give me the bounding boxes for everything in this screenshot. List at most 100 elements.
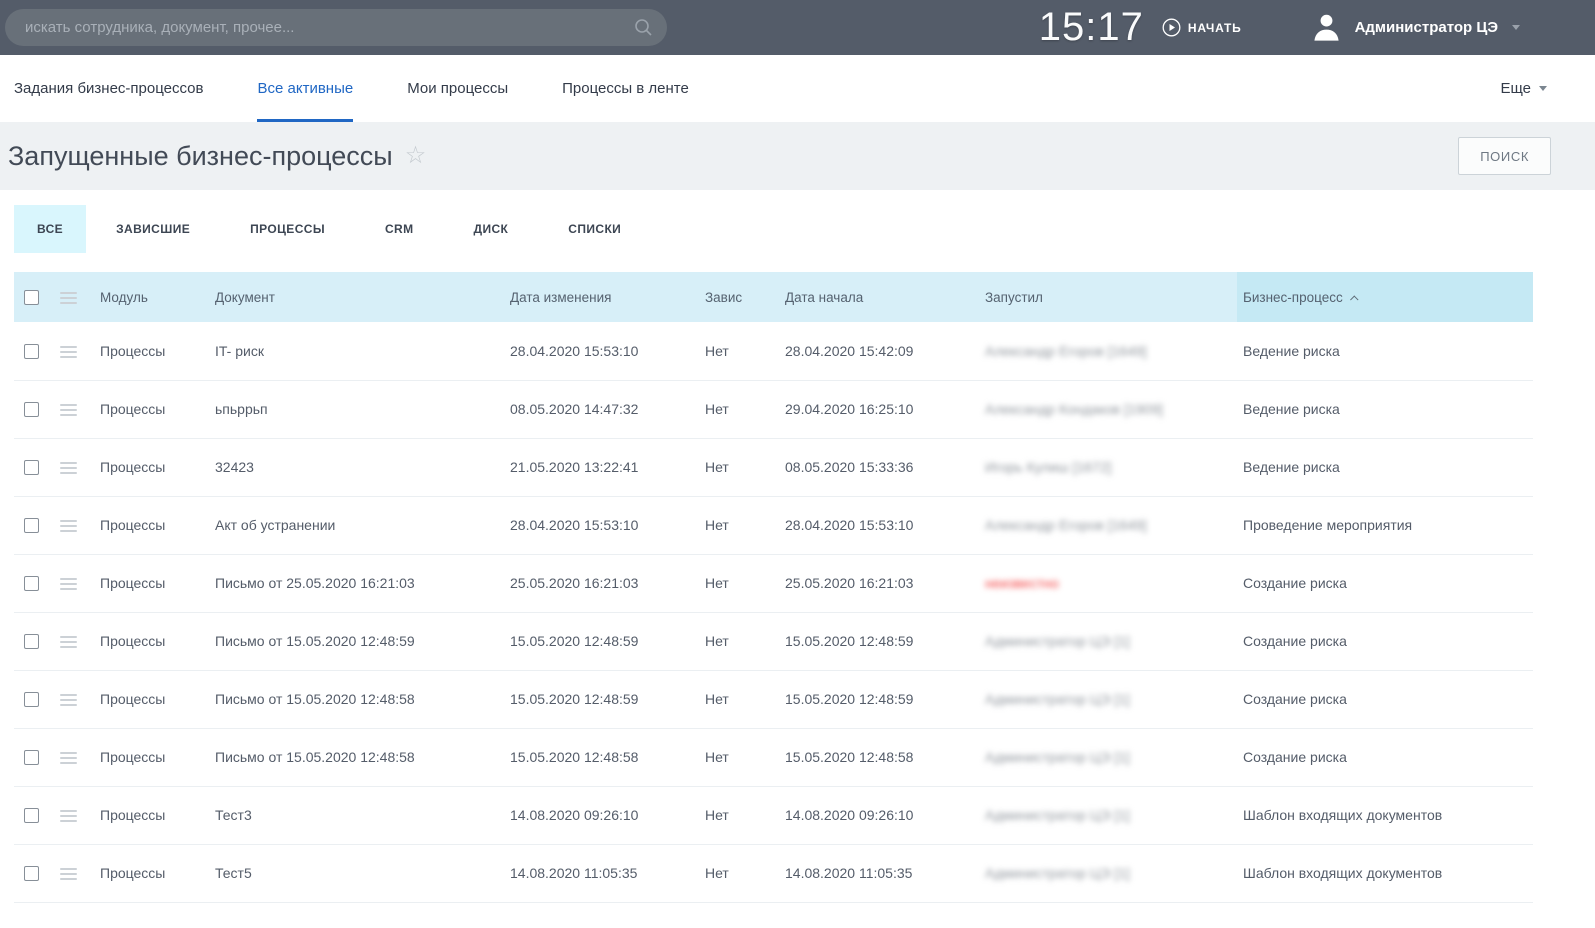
cell-launcher: Администратор ЦЭ [1]	[985, 807, 1130, 823]
cell-process: Создание риска	[1237, 728, 1533, 786]
nav-tab[interactable]: Процессы в ленте	[562, 55, 689, 122]
cell-stuck: Нет	[699, 844, 779, 902]
favorite-star-icon[interactable]: ☆	[405, 144, 427, 168]
cell-modified: 15.05.2020 12:48:58	[504, 728, 699, 786]
col-stuck[interactable]: Завис	[699, 272, 779, 322]
row-menu-icon[interactable]	[60, 868, 77, 880]
row-menu-icon[interactable]	[60, 462, 77, 474]
cell-launcher: Игорь Кулиш [1672]	[985, 459, 1112, 475]
nav-tab[interactable]: Задания бизнес-процессов	[14, 55, 203, 122]
table-row[interactable]: Процессы ьпьррьп 08.05.2020 14:47:32 Нет…	[14, 380, 1533, 438]
filter-tab[interactable]: СПИСКИ	[538, 205, 651, 253]
cell-launcher: Александр Егоров [1649]	[985, 343, 1147, 359]
cell-modified: 28.04.2020 15:53:10	[504, 496, 699, 554]
cell-modified: 28.04.2020 15:53:10	[504, 322, 699, 380]
table-row[interactable]: Процессы Тест5 14.08.2020 11:05:35 Нет 1…	[14, 844, 1533, 902]
row-checkbox[interactable]	[24, 750, 39, 765]
row-menu-icon[interactable]	[60, 810, 77, 822]
row-checkbox[interactable]	[24, 344, 39, 359]
row-menu-icon[interactable]	[60, 346, 77, 358]
table-row[interactable]: Процессы Тест3 14.08.2020 09:26:10 Нет 1…	[14, 786, 1533, 844]
col-started[interactable]: Дата начала	[779, 272, 979, 322]
nav-tabs: Задания бизнес-процессов Все активные Мои …	[14, 55, 743, 122]
row-menu-icon[interactable]	[60, 636, 77, 648]
play-icon	[1162, 18, 1181, 37]
row-checkbox[interactable]	[24, 518, 39, 533]
table-row[interactable]: Процессы IT- риск 28.04.2020 15:53:10 Не…	[14, 322, 1533, 380]
sort-asc-icon	[1350, 295, 1358, 303]
select-all-checkbox[interactable]	[24, 290, 39, 305]
row-checkbox[interactable]	[24, 402, 39, 417]
table-row[interactable]: Процессы Письмо от 15.05.2020 12:48:59 1…	[14, 612, 1533, 670]
cell-stuck: Нет	[699, 786, 779, 844]
nav-tab[interactable]: Все активные	[257, 55, 353, 122]
cell-module: Процессы	[94, 380, 209, 438]
table-row[interactable]: Процессы Письмо от 15.05.2020 12:48:58 1…	[14, 670, 1533, 728]
cell-stuck: Нет	[699, 554, 779, 612]
header-menu-icon[interactable]	[60, 292, 77, 304]
table-search-button[interactable]: ПОИСК	[1458, 137, 1551, 175]
cell-launcher: Администратор ЦЭ [1]	[985, 633, 1130, 649]
cell-modified: 21.05.2020 13:22:41	[504, 438, 699, 496]
filter-tab[interactable]: ЗАВИСШИЕ	[86, 205, 220, 253]
nav-tabs-bar: Задания бизнес-процессов Все активные Мои …	[0, 55, 1595, 122]
col-module[interactable]: Модуль	[94, 272, 209, 322]
row-menu-icon[interactable]	[60, 694, 77, 706]
cell-document[interactable]: Тест5	[209, 844, 504, 902]
row-checkbox[interactable]	[24, 692, 39, 707]
table-row[interactable]: Процессы Письмо от 15.05.2020 12:48:58 1…	[14, 728, 1533, 786]
cell-module: Процессы	[94, 496, 209, 554]
cell-modified: 25.05.2020 16:21:03	[504, 554, 699, 612]
row-checkbox[interactable]	[24, 808, 39, 823]
cell-started: 28.04.2020 15:53:10	[779, 496, 979, 554]
cell-document[interactable]: ьпьррьп	[209, 380, 504, 438]
search-icon[interactable]	[634, 18, 653, 37]
filter-tab[interactable]: ПРОЦЕССЫ	[220, 205, 355, 253]
cell-document[interactable]: Тест3	[209, 786, 504, 844]
table-header-row: Модуль Документ Дата изменения Завис Дат…	[14, 272, 1533, 322]
cell-document[interactable]: IT- риск	[209, 322, 504, 380]
cell-module: Процессы	[94, 322, 209, 380]
filter-tab[interactable]: ДИСК	[444, 205, 539, 253]
cell-process: Шаблон входящих документов	[1237, 786, 1533, 844]
cell-module: Процессы	[94, 844, 209, 902]
cell-document[interactable]: Письмо от 25.05.2020 16:21:03	[209, 554, 504, 612]
nav-more-button[interactable]: Еще	[1500, 80, 1547, 97]
table-row[interactable]: Процессы Письмо от 25.05.2020 16:21:03 2…	[14, 554, 1533, 612]
clock[interactable]: 15:17	[1039, 5, 1144, 50]
col-document[interactable]: Документ	[209, 272, 504, 322]
cell-document[interactable]: Письмо от 15.05.2020 12:48:58	[209, 728, 504, 786]
cell-process: Создание риска	[1237, 554, 1533, 612]
cell-launcher: неизвестно	[985, 575, 1059, 591]
start-button[interactable]: НАЧАТЬ	[1162, 18, 1242, 37]
row-checkbox[interactable]	[24, 866, 39, 881]
cell-launcher: Администратор ЦЭ [1]	[985, 865, 1130, 881]
cell-stuck: Нет	[699, 496, 779, 554]
cell-document[interactable]: Письмо от 15.05.2020 12:48:59	[209, 612, 504, 670]
user-menu[interactable]: Администратор ЦЭ	[1310, 11, 1520, 44]
row-checkbox[interactable]	[24, 634, 39, 649]
chevron-down-icon	[1539, 86, 1547, 91]
col-modified[interactable]: Дата изменения	[504, 272, 699, 322]
row-menu-icon[interactable]	[60, 578, 77, 590]
nav-tab[interactable]: Мои процессы	[407, 55, 508, 122]
row-menu-icon[interactable]	[60, 752, 77, 764]
row-checkbox[interactable]	[24, 576, 39, 591]
cell-stuck: Нет	[699, 612, 779, 670]
row-menu-icon[interactable]	[60, 520, 77, 532]
col-launcher[interactable]: Запустил	[979, 272, 1237, 322]
cell-document[interactable]: 32423	[209, 438, 504, 496]
table-row[interactable]: Процессы Акт об устранении 28.04.2020 15…	[14, 496, 1533, 554]
cell-module: Процессы	[94, 728, 209, 786]
global-search[interactable]	[5, 9, 667, 46]
filter-tab[interactable]: ВСЕ	[14, 205, 86, 253]
cell-document[interactable]: Акт об устранении	[209, 496, 504, 554]
cell-process: Ведение риска	[1237, 438, 1533, 496]
row-menu-icon[interactable]	[60, 404, 77, 416]
table-row[interactable]: Процессы 32423 21.05.2020 13:22:41 Нет 0…	[14, 438, 1533, 496]
row-checkbox[interactable]	[24, 460, 39, 475]
col-process-sorted[interactable]: Бизнес-процесс	[1237, 272, 1533, 322]
filter-tab[interactable]: CRM	[355, 205, 444, 253]
search-input[interactable]	[25, 19, 634, 36]
cell-document[interactable]: Письмо от 15.05.2020 12:48:58	[209, 670, 504, 728]
